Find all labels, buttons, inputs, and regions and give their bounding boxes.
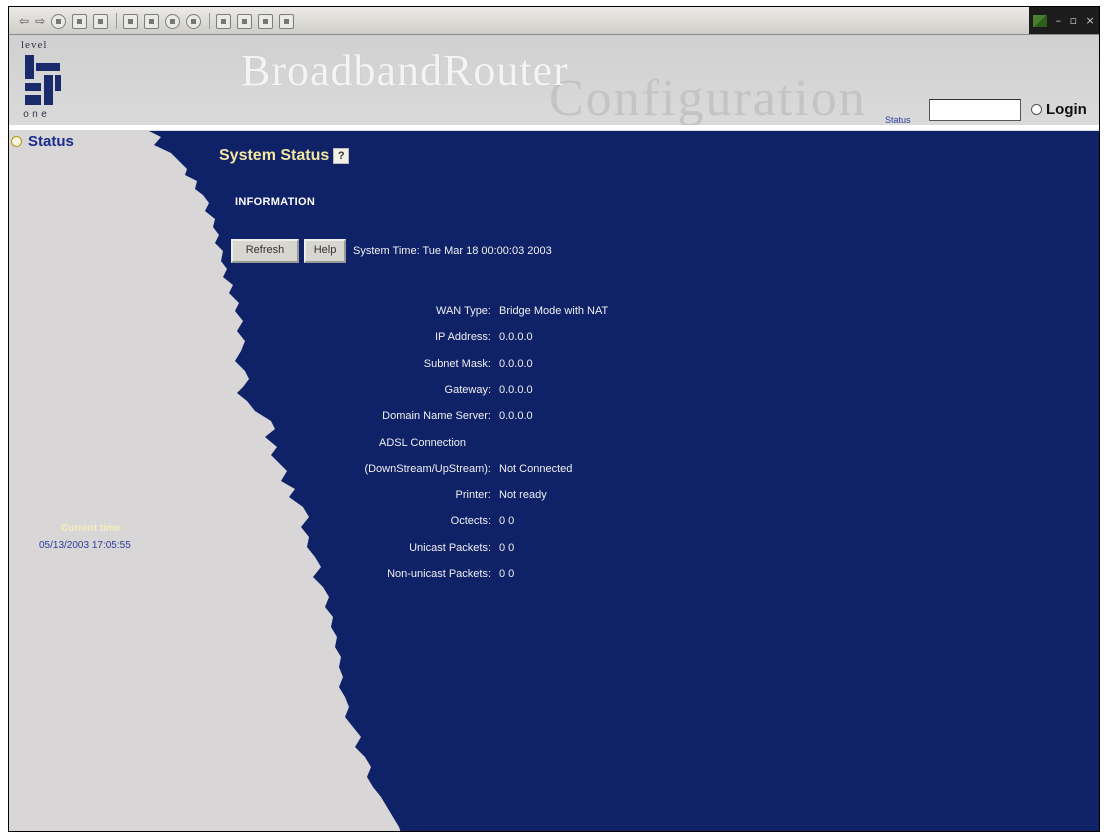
- row-label: Non-unicast Packets:: [387, 568, 491, 580]
- login-radio[interactable]: [1031, 104, 1042, 115]
- row-value: 0.0.0.0: [499, 410, 533, 423]
- sidebar-item-label: Status: [28, 133, 74, 150]
- row-value: Bridge Mode with NAT: [499, 305, 609, 317]
- table-row: IP Address: 0.0.0.0: [9, 331, 709, 347]
- help-icon[interactable]: ?: [333, 148, 350, 164]
- row-label: WAN Type:: [435, 305, 491, 317]
- login-label: Login: [1046, 101, 1087, 118]
- status-bullet-icon: [11, 136, 22, 147]
- browser-window: ⇦ ⇨ – ▫ × level one Configuration Broadb…: [8, 6, 1100, 832]
- history-icon[interactable]: [186, 13, 202, 29]
- row-value: 0 0: [499, 515, 515, 528]
- mail-icon[interactable]: [216, 13, 232, 29]
- close-icon[interactable]: ×: [1086, 14, 1095, 27]
- row-label: IP Address:: [434, 331, 491, 344]
- system-time: System Time: Tue Mar 18 00:00:03 2003: [353, 245, 552, 257]
- status-field-label: Status: [885, 115, 911, 125]
- row-label: Gateway:: [444, 383, 491, 396]
- row-label: Domain Name Server:: [382, 410, 491, 423]
- row-value: Not Connected: [499, 462, 573, 475]
- levelone-logo: level one: [21, 39, 67, 121]
- row-label: Subnet Mask:: [423, 357, 491, 370]
- search-icon[interactable]: [123, 13, 139, 29]
- browser-toolbar: ⇦ ⇨ – ▫ ×: [9, 7, 1099, 35]
- brand-subtitle: Configuration: [549, 70, 867, 127]
- stop-icon[interactable]: [51, 13, 67, 29]
- help-button[interactable]: Help: [304, 239, 346, 263]
- logo-mark-icon: [25, 55, 61, 105]
- media-icon[interactable]: [165, 13, 181, 29]
- refresh-button[interactable]: Refresh: [231, 239, 299, 263]
- table-row: Non-unicast Packets: 0 0: [9, 568, 709, 584]
- edit-icon[interactable]: [258, 13, 274, 29]
- table-row: Octects: 0 0: [9, 515, 709, 531]
- forward-icon[interactable]: ⇨: [35, 14, 45, 28]
- favorites-icon[interactable]: [144, 13, 160, 29]
- row-value: 0.0.0.0: [499, 331, 533, 344]
- table-row: Gateway: 0.0.0.0: [9, 384, 709, 400]
- discuss-icon[interactable]: [279, 13, 295, 29]
- header-divider: [9, 125, 1099, 130]
- row-value: 0.0.0.0: [499, 383, 533, 396]
- minimize-icon[interactable]: –: [1056, 14, 1062, 27]
- row-label: Octects:: [450, 515, 491, 528]
- back-icon[interactable]: ⇦: [19, 14, 29, 28]
- page-title: System Status ?: [219, 147, 350, 165]
- status-input[interactable]: [929, 99, 1021, 121]
- row-label: (DownStream/UpStream):: [364, 462, 491, 475]
- table-row: WAN Type: Bridge Mode with NAT: [9, 305, 709, 321]
- table-row: Domain Name Server: 0.0.0.0: [9, 410, 709, 426]
- window-controls: – ▫ ×: [1029, 7, 1099, 34]
- brand-title: BroadbandRouter: [241, 46, 569, 95]
- maximize-icon[interactable]: ▫: [1070, 14, 1077, 27]
- section-heading: INFORMATION: [235, 196, 316, 208]
- table-row: Unicast Packets: 0 0: [9, 542, 709, 558]
- row-value: 0.0.0.0: [499, 357, 533, 370]
- print-icon[interactable]: [237, 13, 253, 29]
- login-option[interactable]: Login: [1031, 101, 1087, 118]
- windows-flag-icon: [1033, 14, 1048, 27]
- table-row: Printer: Not ready: [9, 489, 709, 505]
- row-value: 0 0: [499, 568, 515, 580]
- content-panel: [149, 131, 1099, 831]
- table-row: (DownStream/UpStream): Not Connected: [9, 463, 709, 479]
- table-row: ADSL Connection: [9, 437, 709, 453]
- row-label: ADSL Connection: [379, 436, 467, 449]
- row-label: Printer:: [455, 489, 491, 502]
- refresh-icon[interactable]: [72, 13, 88, 29]
- row-label: Unicast Packets:: [409, 541, 491, 554]
- row-value: Not ready: [499, 489, 547, 502]
- home-icon[interactable]: [93, 13, 109, 29]
- sidebar-item-status[interactable]: Status: [11, 133, 74, 150]
- table-row: Subnet Mask: 0.0.0.0: [9, 358, 709, 374]
- row-value: 0 0: [499, 541, 515, 554]
- page-header: level one Configuration BroadbandRouter …: [9, 35, 1099, 127]
